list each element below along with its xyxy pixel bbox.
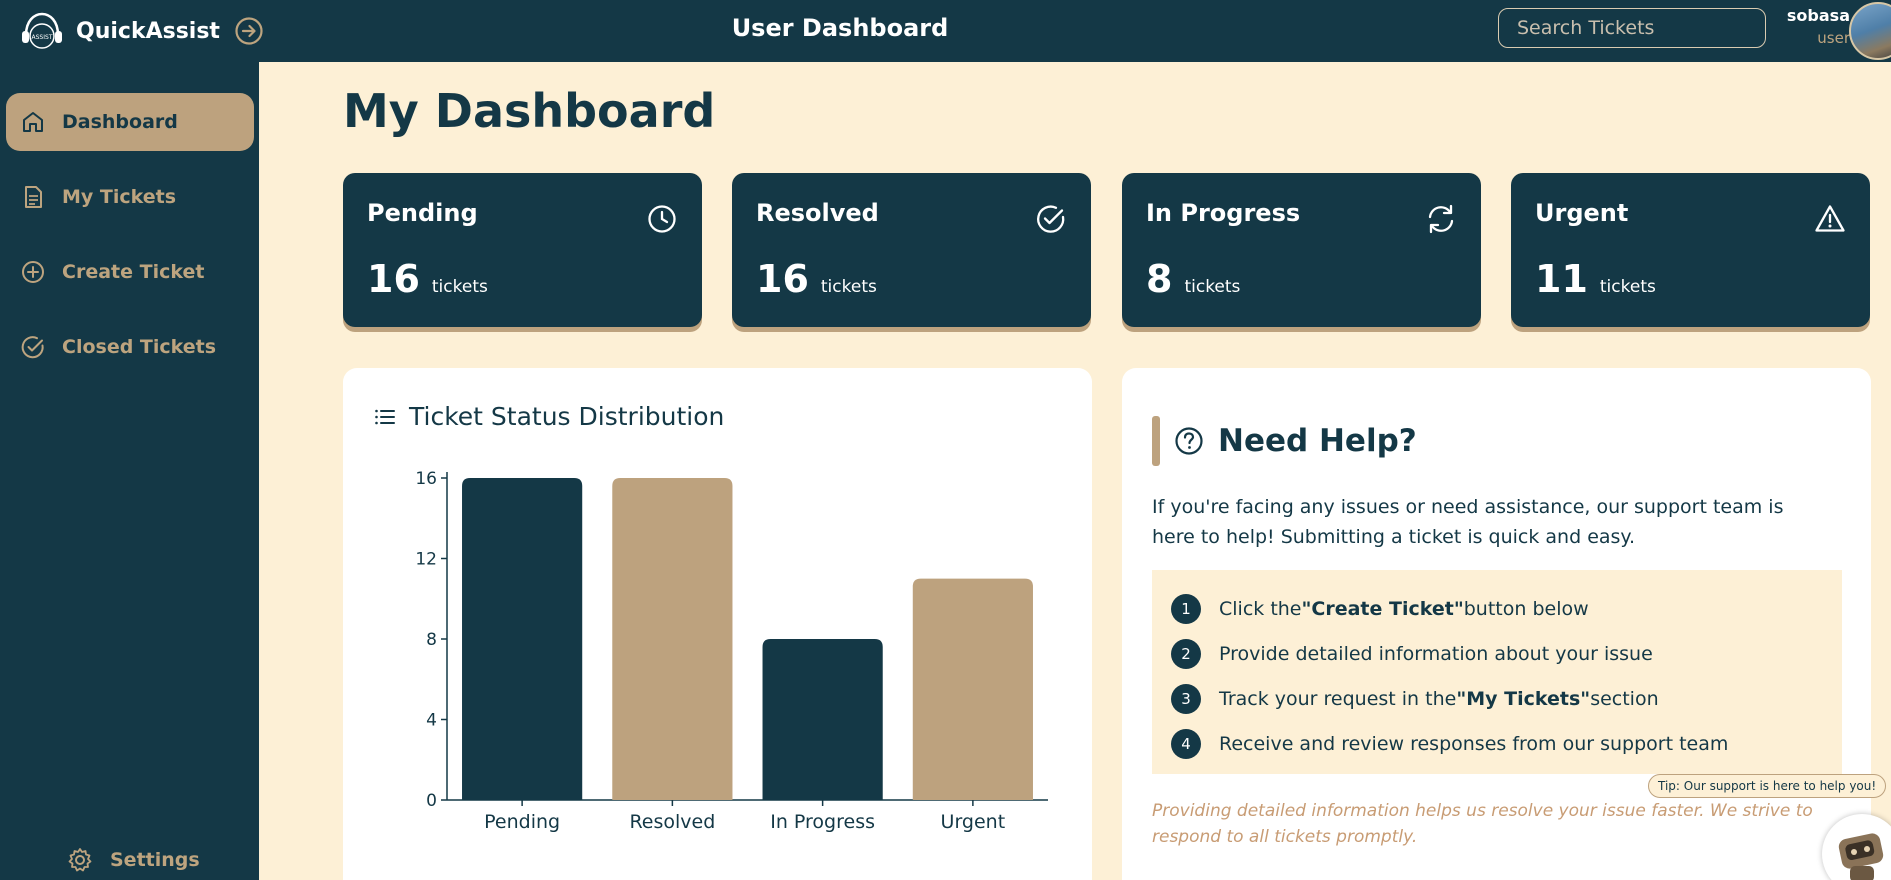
stat-card-pending[interactable]: Pending 16 tickets <box>343 173 702 327</box>
user-name: sobasa <box>1786 6 1850 25</box>
stat-card-urgent[interactable]: Urgent 11 tickets <box>1511 173 1870 327</box>
bar <box>912 578 1033 800</box>
stat-unit: tickets <box>431 277 488 297</box>
stat-value: 11 <box>1535 257 1588 301</box>
assistant-tip: Tip: Our support is here to help you! <box>1648 774 1887 798</box>
step-text: Track your request in the <box>1219 687 1457 710</box>
stat-unit: tickets <box>1184 277 1241 297</box>
step-number: 1 <box>1171 593 1201 624</box>
help-panel: Need Help? If you're facing any issues o… <box>1122 368 1871 880</box>
top-bar: ASSIST QuickAssist User Dashboard sobasa… <box>0 0 1891 62</box>
help-note: Providing detailed information helps us … <box>1152 801 1813 847</box>
clock-icon <box>648 205 676 233</box>
sidebar: Dashboard My Tickets Create Ticket Close… <box>0 62 259 880</box>
stat-value: 8 <box>1146 257 1173 301</box>
stat-value: 16 <box>367 257 420 301</box>
y-tick-label: 0 <box>426 791 437 811</box>
y-tick-label: 8 <box>426 630 437 650</box>
stat-value: 16 <box>756 257 809 301</box>
y-tick-label: 12 <box>415 550 437 570</box>
chart-panel: 0 4 8 12 16 Pending Resolved In Progress Urgent … <box>343 368 1092 880</box>
step-highlight: "My Tickets" <box>1456 687 1591 710</box>
x-tick-label: In Progress <box>770 811 875 833</box>
user-role: user <box>1817 29 1850 47</box>
bar <box>762 639 883 800</box>
settings-label: Settings <box>110 849 200 871</box>
check-circle-icon <box>1037 205 1065 233</box>
step-number: 4 <box>1171 728 1201 759</box>
help-intro: If you're facing any issues or need assi… <box>1152 496 1784 548</box>
step-highlight: "Create Ticket" <box>1301 597 1464 620</box>
bar <box>462 478 583 800</box>
sidebar-item-dashboard[interactable]: Dashboard <box>6 93 254 151</box>
help-steps: 1 Click the"Create Ticket"button below 2… <box>1152 570 1842 774</box>
header-title: User Dashboard <box>731 14 949 42</box>
x-tick-label: Pending <box>484 811 560 833</box>
sidebar-item-label: Create Ticket <box>62 261 205 283</box>
list-item: 3 Track your request in the"My Tickets"s… <box>1152 676 1842 721</box>
home-icon <box>23 112 43 132</box>
settings-button[interactable]: Settings <box>66 846 200 874</box>
gear-icon <box>68 848 92 872</box>
refresh-icon <box>1428 204 1454 234</box>
chart-title: Ticket Status Distribution <box>409 402 725 431</box>
user-info[interactable]: sobasa user <box>1770 6 1850 47</box>
x-tick-label: Urgent <box>941 811 1006 833</box>
list-icon <box>375 409 395 424</box>
stat-unit: tickets <box>1599 277 1656 297</box>
sidebar-item-my-tickets[interactable]: My Tickets <box>6 168 254 226</box>
page-title: My Dashboard <box>343 84 716 138</box>
search-input[interactable] <box>1498 8 1766 48</box>
sidebar-item-label: Dashboard <box>62 111 178 133</box>
accent-bar <box>1152 416 1160 466</box>
x-tick-label: Resolved <box>629 811 715 833</box>
list-item: 1 Click the"Create Ticket"button below <box>1152 586 1842 631</box>
step-number: 3 <box>1171 683 1201 714</box>
step-text: Provide detailed information about your … <box>1219 642 1653 665</box>
step-number: 2 <box>1171 638 1201 669</box>
list-item: 2 Provide detailed information about you… <box>1152 631 1842 676</box>
plus-circle-icon <box>22 261 44 283</box>
y-tick-label: 16 <box>415 469 437 489</box>
sidebar-item-create-ticket[interactable]: Create Ticket <box>6 243 254 301</box>
sidebar-item-label: Closed Tickets <box>62 336 217 358</box>
stat-title: Urgent <box>1535 199 1629 227</box>
step-text: Click the <box>1219 597 1302 620</box>
warning-icon <box>1815 205 1845 232</box>
step-text-after: button below <box>1463 597 1589 620</box>
stat-title: Resolved <box>756 199 879 227</box>
help-title: Need Help? <box>1218 423 1417 459</box>
stat-card-in-progress[interactable]: In Progress 8 tickets <box>1122 173 1481 327</box>
step-text: Receive and review responses from our su… <box>1219 732 1729 755</box>
step-text-after: section <box>1590 687 1659 710</box>
stat-unit: tickets <box>820 277 877 297</box>
stat-title: In Progress <box>1146 199 1301 227</box>
list-item: 4 Receive and review responses from our … <box>1152 721 1842 766</box>
sidebar-item-closed-tickets[interactable]: Closed Tickets <box>6 318 254 376</box>
sidebar-item-label: My Tickets <box>62 186 177 208</box>
question-circle-icon <box>1175 427 1203 455</box>
bar-chart: 0 4 8 12 16 Pending Resolved In Progress Urgent <box>415 469 1048 833</box>
document-icon <box>25 186 42 208</box>
stat-title: Pending <box>367 199 478 227</box>
check-circle-icon <box>21 336 44 359</box>
y-tick-label: 4 <box>426 711 437 731</box>
stat-card-resolved[interactable]: Resolved 16 tickets <box>732 173 1091 327</box>
bar <box>612 478 733 800</box>
avatar[interactable] <box>1849 2 1891 60</box>
